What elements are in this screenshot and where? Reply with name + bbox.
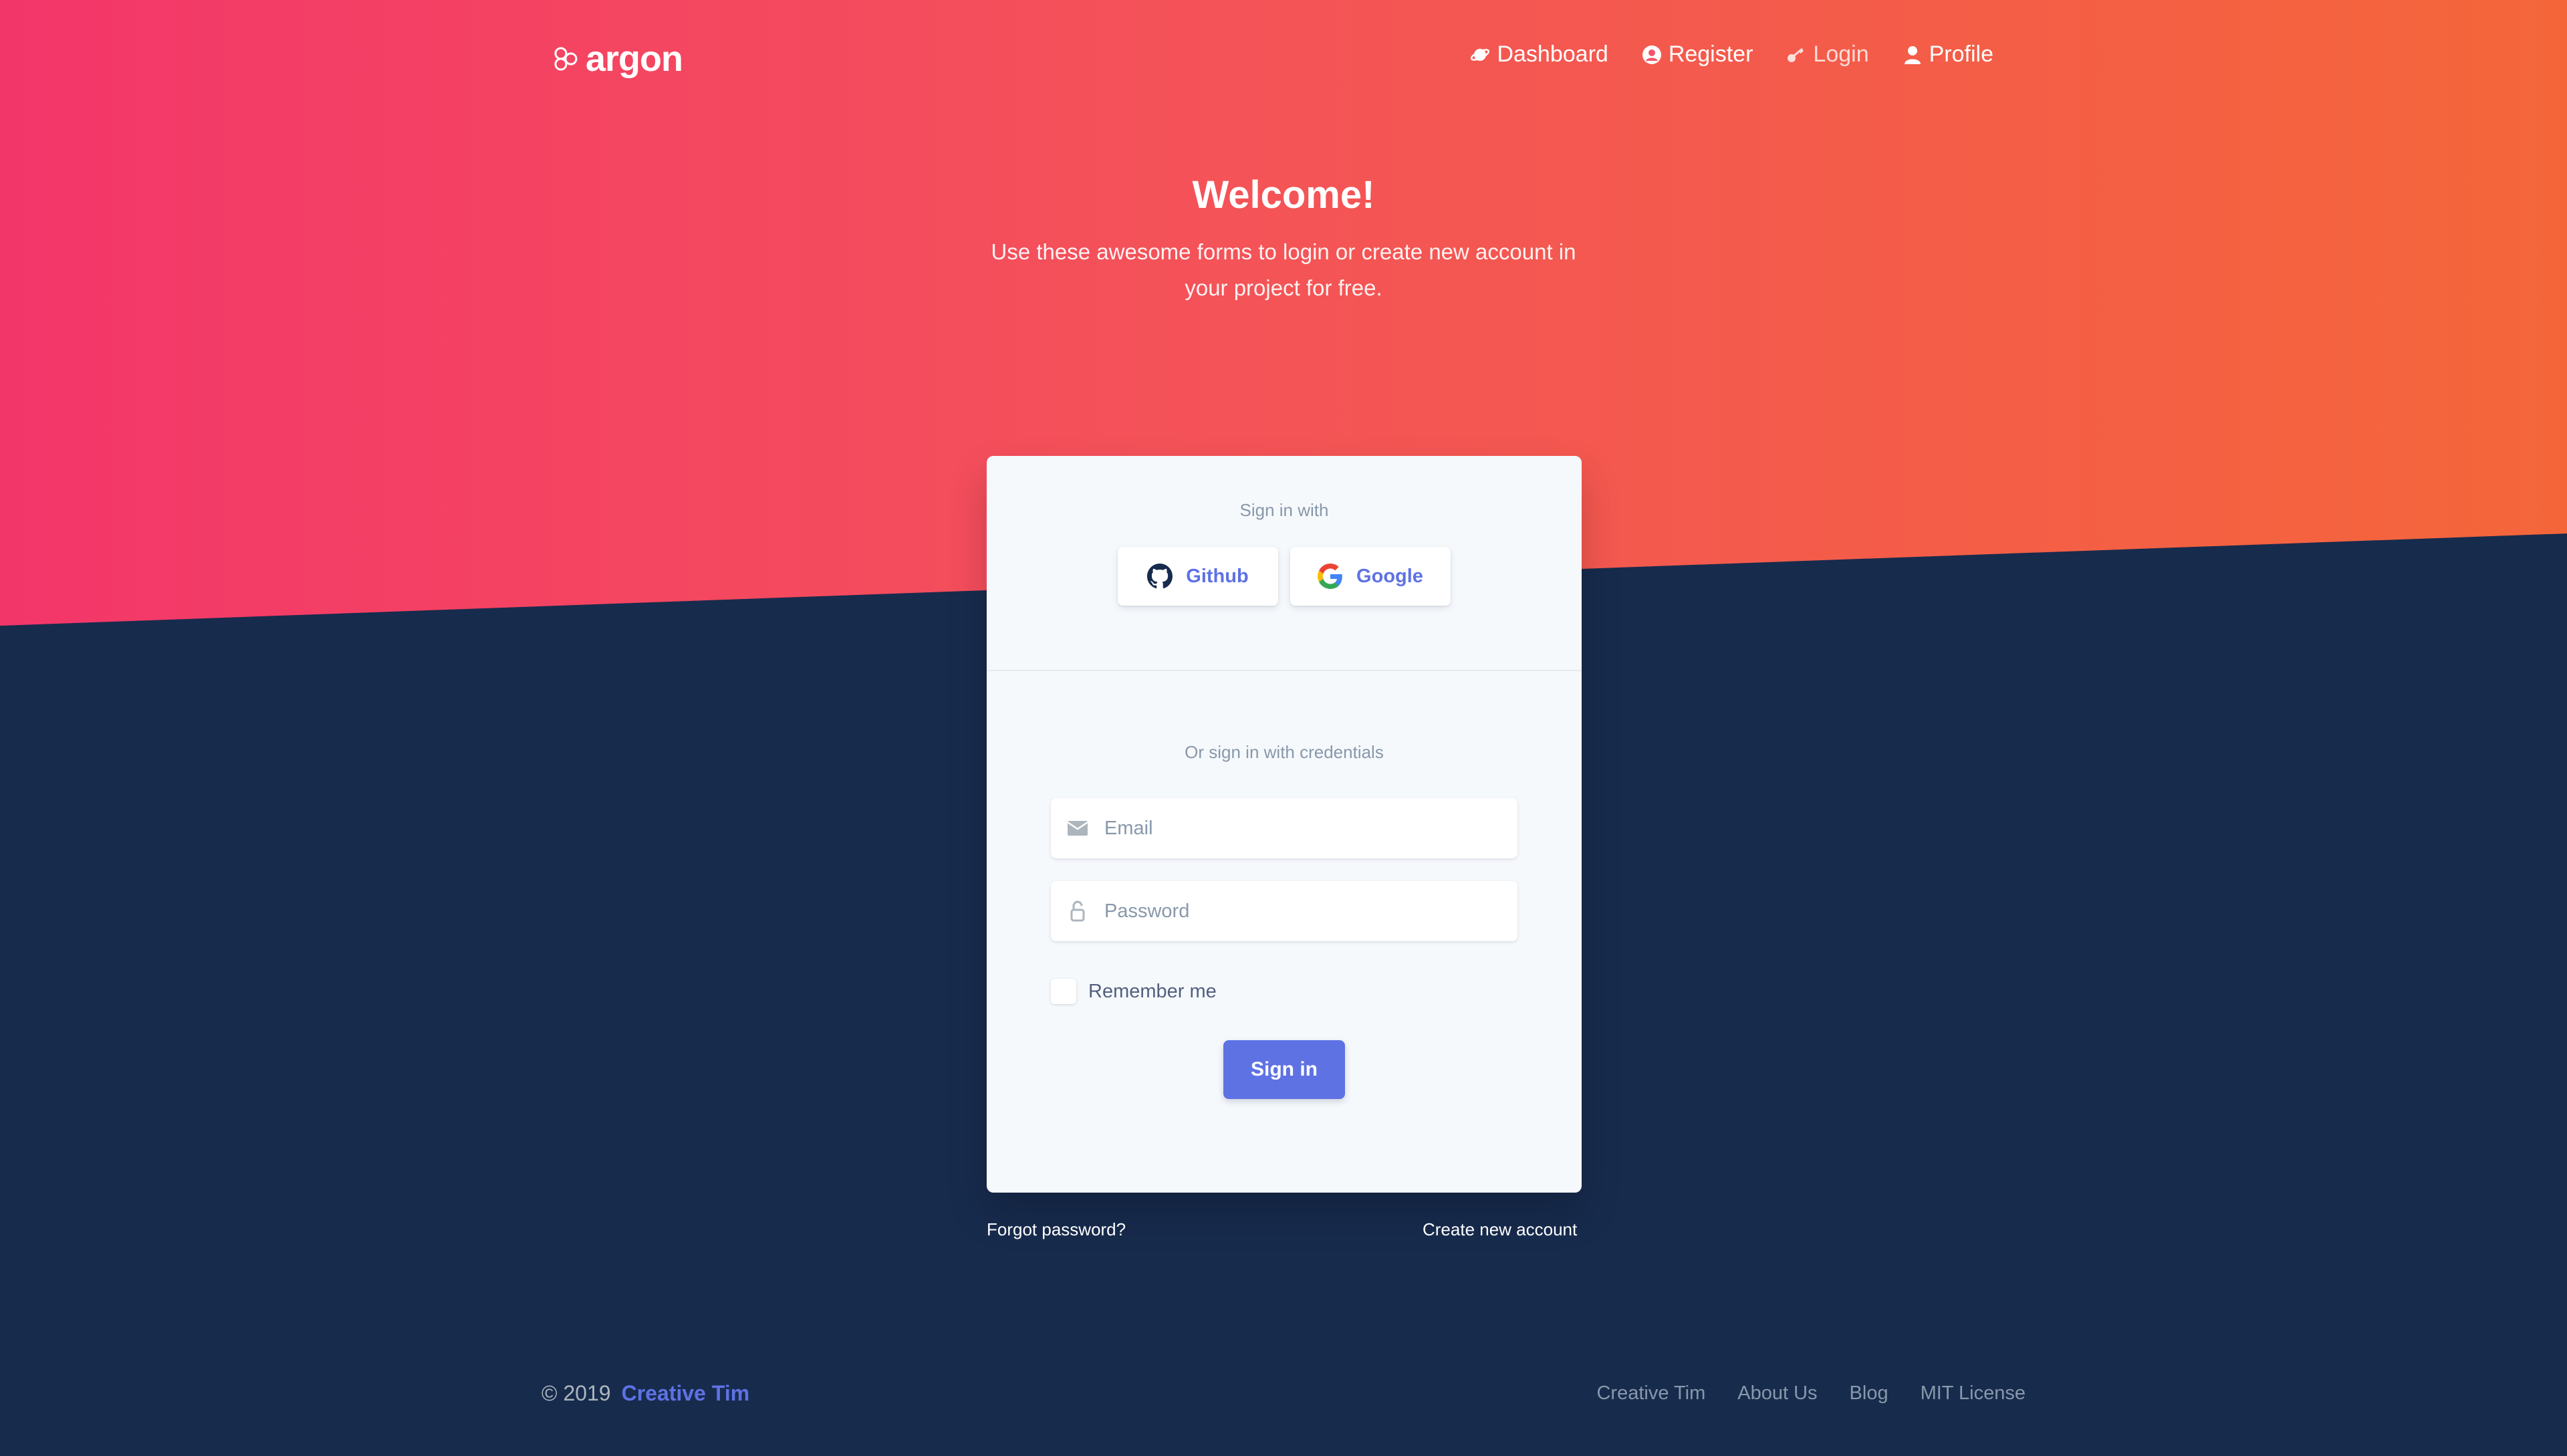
nav-label-dashboard: Dashboard: [1497, 41, 1608, 67]
main-nav: Dashboard Register Login Profile: [1470, 41, 1993, 68]
google-button[interactable]: Google: [1290, 547, 1451, 606]
github-button[interactable]: Github: [1118, 547, 1278, 606]
unlock-icon: [1066, 899, 1090, 923]
email-field[interactable]: [1051, 798, 1517, 858]
google-icon: [1318, 564, 1342, 589]
password-field[interactable]: [1051, 881, 1517, 941]
nav-item-login[interactable]: Login: [1786, 41, 1869, 68]
footer-link-mit-license[interactable]: MIT License: [1921, 1382, 2026, 1405]
brand-logo[interactable]: argon: [552, 39, 683, 79]
circle-user-icon: [1642, 45, 1661, 64]
remember-me[interactable]: Remember me: [1051, 979, 1217, 1004]
argon-logo-icon: [554, 47, 578, 71]
copyright: © 2019 Creative Tim: [541, 1381, 749, 1406]
nav-label-login: Login: [1813, 41, 1869, 67]
google-label: Google: [1356, 565, 1423, 587]
nav-item-register[interactable]: Register: [1642, 41, 1753, 68]
sign-in-button[interactable]: Sign in: [1223, 1040, 1345, 1099]
brand-name: argon: [586, 39, 683, 79]
footer-link-creative-tim[interactable]: Creative Tim: [1596, 1382, 1705, 1405]
login-card: Sign in with Github Google Or sign in wi…: [987, 456, 1582, 1193]
key-icon: [1788, 47, 1804, 62]
footer-link-blog[interactable]: Blog: [1850, 1382, 1888, 1405]
nav-label-register: Register: [1668, 41, 1753, 67]
email-input[interactable]: [1103, 816, 1480, 840]
email-icon: [1066, 816, 1090, 840]
remember-checkbox[interactable]: [1051, 979, 1076, 1004]
page-title: Welcome!: [1192, 173, 1375, 217]
copyright-text: © 2019: [541, 1381, 611, 1405]
nav-item-profile[interactable]: Profile: [1903, 41, 1993, 68]
footer-link-about-us[interactable]: About Us: [1737, 1382, 1817, 1405]
create-account-link[interactable]: Create new account: [1423, 1219, 1577, 1240]
social-login-section: Sign in with Github Google: [987, 456, 1582, 671]
social-heading: Sign in with: [1239, 500, 1329, 520]
social-buttons: Github Google: [987, 547, 1582, 606]
nav-item-dashboard[interactable]: Dashboard: [1470, 41, 1608, 68]
remember-label: Remember me: [1088, 980, 1217, 1002]
password-input[interactable]: [1103, 899, 1480, 923]
planet-icon: [1471, 48, 1490, 61]
github-icon: [1147, 564, 1173, 589]
nav-label-profile: Profile: [1929, 41, 1993, 67]
credentials-heading: Or sign in with credentials: [1185, 742, 1384, 762]
footer-brand-link[interactable]: Creative Tim: [622, 1381, 750, 1406]
forgot-password-link[interactable]: Forgot password?: [987, 1219, 1126, 1240]
github-label: Github: [1186, 565, 1249, 587]
login-page: argon Dashboard Register Login Profile W…: [0, 0, 2567, 1456]
footer-nav: Creative Tim About Us Blog MIT License: [1596, 1382, 2026, 1405]
page-subtitle: Use these awesome forms to login or crea…: [991, 239, 1576, 300]
user-icon: [1904, 45, 1921, 64]
